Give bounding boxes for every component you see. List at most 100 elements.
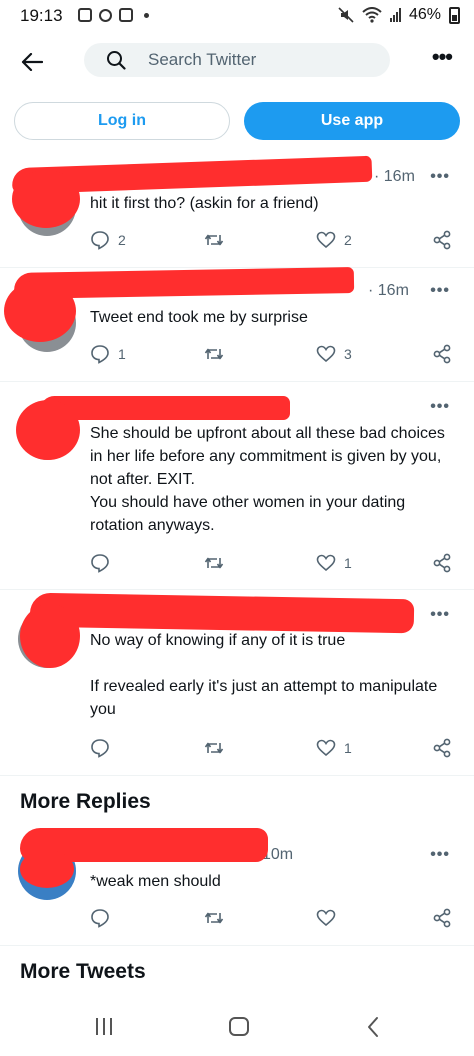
battery-percent: 46% — [408, 6, 441, 23]
like-button[interactable]: 1 — [316, 738, 352, 758]
mute-icon — [338, 7, 354, 23]
back-button[interactable] — [14, 44, 50, 80]
share-button[interactable] — [432, 344, 452, 364]
heart-icon — [316, 554, 336, 572]
notification-icons — [78, 8, 149, 22]
tweet-time: · 16m — [368, 282, 409, 299]
tweet-actions: 1 — [90, 553, 458, 575]
more-tweets-heading: More Tweets — [20, 960, 146, 983]
heart-icon — [316, 345, 336, 363]
reply-button[interactable] — [90, 908, 118, 928]
reply-count: 1 — [118, 346, 126, 362]
retweet-icon — [204, 742, 224, 754]
reply-button[interactable]: 2 — [90, 230, 126, 250]
arrow-left-icon — [21, 53, 43, 71]
share-icon — [433, 738, 451, 758]
retweet-icon — [204, 234, 224, 246]
reply-icon — [91, 231, 109, 250]
retweet-icon — [204, 912, 224, 924]
share-button[interactable] — [432, 230, 452, 250]
retweet-button[interactable] — [204, 230, 232, 250]
tweet-text: No way of knowing if any of it is true I… — [90, 632, 438, 718]
search-bar[interactable]: Search Twitter — [84, 43, 390, 77]
like-count: 1 — [344, 740, 352, 756]
redaction-scribble — [20, 850, 74, 888]
android-nav-bar — [0, 1000, 474, 1056]
retweet-button[interactable] — [204, 553, 232, 573]
redaction-scribble — [4, 280, 76, 342]
like-button[interactable]: 1 — [316, 553, 352, 573]
tweet-actions: 2 2 — [90, 230, 458, 252]
tweet-text: *weak men should — [90, 873, 221, 890]
share-button[interactable] — [432, 908, 452, 928]
use-app-button[interactable]: Use app — [244, 102, 460, 140]
app-notification-icon — [99, 8, 112, 22]
like-count: 3 — [344, 346, 352, 362]
tweet-card[interactable]: · 16m ••• Tweet end took me by surprise … — [0, 267, 474, 382]
search-placeholder: Search Twitter — [148, 50, 257, 69]
back-nav-button[interactable] — [364, 1016, 384, 1038]
auth-buttons: Log in Use app — [0, 100, 474, 142]
redaction-scribble — [40, 396, 290, 420]
reply-icon — [91, 739, 109, 758]
like-count: 1 — [344, 555, 352, 571]
tweet-actions: 1 — [90, 738, 458, 760]
redaction-scribble — [16, 400, 80, 460]
heart-icon — [316, 231, 336, 249]
reply-icon — [91, 554, 109, 573]
like-button[interactable]: 2 — [316, 230, 352, 250]
tweet-more-button[interactable]: ••• — [430, 846, 450, 864]
tweet-more-button[interactable]: ••• — [430, 398, 450, 416]
retweet-button[interactable] — [204, 908, 232, 928]
more-options-button[interactable]: ••• — [432, 46, 453, 68]
share-icon — [433, 908, 451, 928]
retweet-icon — [204, 348, 224, 360]
tweet-card[interactable]: ••• She should be upfront about all thes… — [0, 382, 474, 590]
reply-button[interactable] — [90, 738, 118, 758]
tweet-more-button[interactable]: ••• — [430, 606, 450, 624]
reply-icon — [91, 345, 109, 364]
tweet-actions: 1 3 — [90, 344, 458, 366]
tweet-text: hit it first tho? (askin for a friend) — [90, 195, 319, 212]
tweet-text: She should be upfront about all these ba… — [90, 425, 445, 534]
tweet-more-button[interactable]: ••• — [430, 168, 450, 186]
share-icon — [433, 344, 451, 364]
wifi-icon — [362, 7, 382, 23]
signal-icon — [389, 8, 401, 22]
tweet-actions — [90, 908, 458, 930]
recents-button[interactable] — [96, 1018, 112, 1035]
like-count: 2 — [344, 232, 352, 248]
share-button[interactable] — [432, 738, 452, 758]
system-icons: 46% — [338, 6, 460, 24]
share-icon — [433, 230, 451, 250]
redaction-scribble — [20, 604, 80, 668]
gallery-icon — [78, 8, 92, 22]
login-button[interactable]: Log in — [14, 102, 230, 140]
retweet-button[interactable] — [204, 738, 232, 758]
like-button[interactable]: 3 — [316, 344, 352, 364]
reply-button[interactable] — [90, 553, 118, 573]
tweet-card[interactable]: 10m ••• *weak men should — [0, 820, 474, 946]
redaction-scribble — [12, 170, 80, 228]
top-header: Search Twitter ••• — [0, 36, 474, 88]
home-button[interactable] — [229, 1017, 249, 1036]
heart-icon — [316, 909, 336, 927]
more-notifications-icon — [144, 12, 149, 18]
reply-count: 2 — [118, 232, 126, 248]
share-icon — [433, 553, 451, 573]
share-button[interactable] — [432, 553, 452, 573]
search-icon — [107, 51, 126, 70]
status-bar: 19:13 46% — [0, 0, 474, 30]
heart-icon — [316, 739, 336, 757]
tweet-card[interactable]: ••• No way of knowing if any of it is tr… — [0, 590, 474, 776]
tweet-more-button[interactable]: ••• — [430, 282, 450, 300]
reply-button[interactable]: 1 — [90, 344, 126, 364]
tweet-text: Tweet end took me by surprise — [90, 309, 308, 326]
like-button[interactable] — [316, 908, 344, 928]
retweet-icon — [204, 557, 224, 569]
more-replies-heading: More Replies — [20, 790, 151, 813]
retweet-button[interactable] — [204, 344, 232, 364]
tweet-card[interactable]: · 16m ••• hit it first tho? (askin for a… — [0, 152, 474, 268]
battery-icon — [449, 6, 460, 24]
reply-icon — [91, 909, 109, 928]
